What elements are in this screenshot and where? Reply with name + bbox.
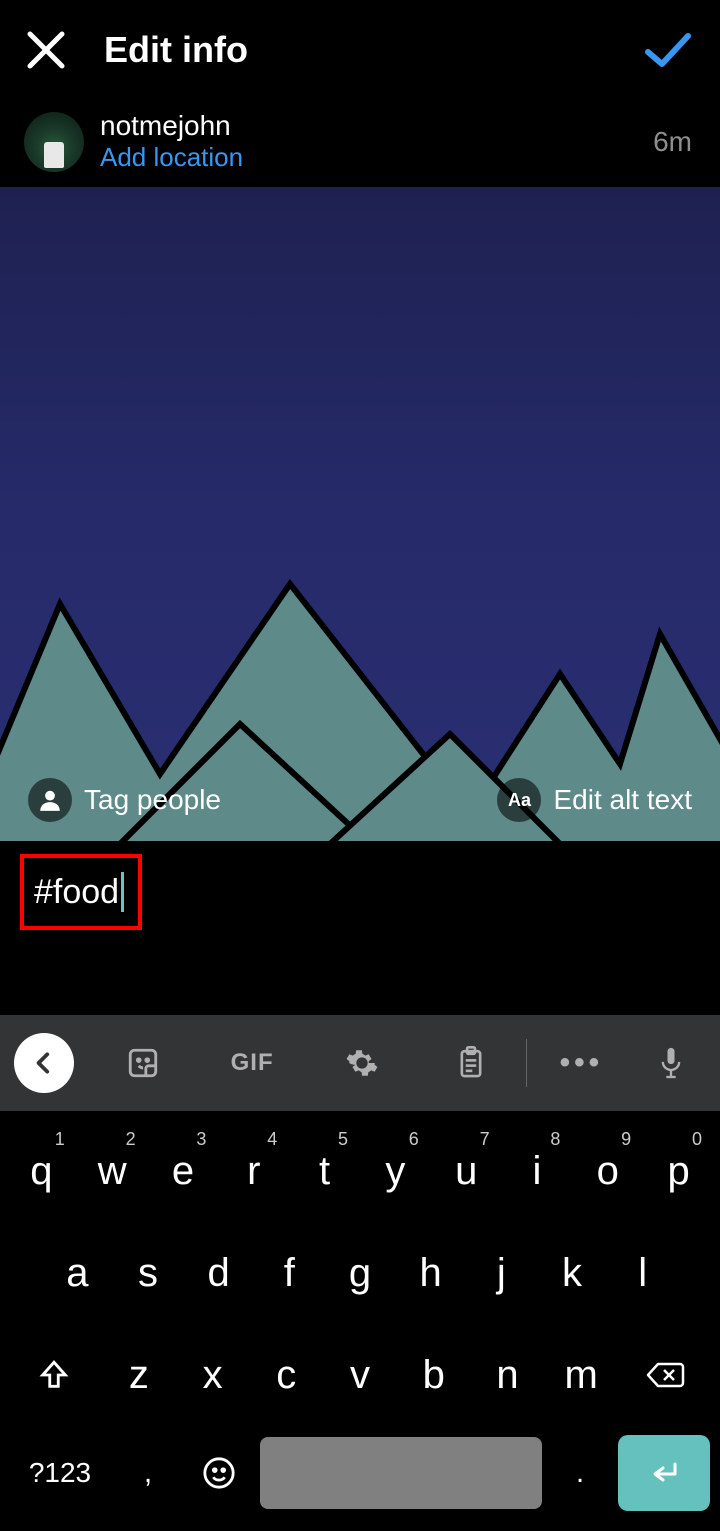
key-r[interactable]: r4	[220, 1123, 287, 1219]
key-h[interactable]: h	[397, 1225, 464, 1321]
key-y[interactable]: y6	[362, 1123, 429, 1219]
keyboard-rows: q1w2e3r4t5y6u7i8o9p0 asdfghjkl zxcvbnm ?…	[0, 1111, 720, 1531]
key-z[interactable]: z	[104, 1327, 174, 1423]
gif-button[interactable]: GIF	[197, 1015, 306, 1111]
shift-key[interactable]	[8, 1327, 100, 1423]
close-icon[interactable]	[24, 28, 68, 72]
key-m[interactable]: m	[546, 1327, 616, 1423]
key-u[interactable]: u7	[433, 1123, 500, 1219]
key-j[interactable]: j	[468, 1225, 535, 1321]
user-text-block: notmejohn Add location	[100, 110, 653, 173]
page-title: Edit info	[104, 29, 640, 71]
key-o[interactable]: o9	[574, 1123, 641, 1219]
key-w[interactable]: w2	[79, 1123, 146, 1219]
keyboard-toolbar: GIF •••	[0, 1015, 720, 1111]
text-cursor	[121, 872, 124, 912]
user-row: notmejohn Add location 6m	[0, 100, 720, 187]
caption-highlight-box: #food	[20, 854, 142, 930]
key-q[interactable]: q1	[8, 1123, 75, 1219]
time-label: 6m	[653, 126, 696, 158]
tag-people-button[interactable]: Tag people	[28, 778, 221, 822]
settings-icon[interactable]	[307, 1015, 416, 1111]
space-key[interactable]	[260, 1437, 542, 1509]
person-icon	[28, 778, 72, 822]
comma-key[interactable]: ,	[118, 1429, 178, 1517]
key-a[interactable]: a	[44, 1225, 111, 1321]
virtual-keyboard: GIF ••• q1w2e3r4t5y6u7i8o9p0 asdfghjkl z…	[0, 1015, 720, 1531]
backspace-key[interactable]	[620, 1327, 712, 1423]
keyboard-row-3: zxcvbnm	[6, 1327, 714, 1423]
sticker-icon[interactable]	[88, 1015, 197, 1111]
key-t[interactable]: t5	[291, 1123, 358, 1219]
avatar[interactable]	[24, 112, 84, 172]
more-icon[interactable]: •••	[527, 1015, 636, 1111]
key-s[interactable]: s	[115, 1225, 182, 1321]
confirm-icon[interactable]	[640, 22, 696, 78]
alt-text-icon: Aa	[497, 778, 541, 822]
key-p[interactable]: p0	[645, 1123, 712, 1219]
add-location-link[interactable]: Add location	[100, 142, 653, 173]
edit-alt-text-button[interactable]: Aa Edit alt text	[497, 778, 692, 822]
keyboard-row-1: q1w2e3r4t5y6u7i8o9p0	[6, 1123, 714, 1219]
keyboard-row-2: asdfghjkl	[6, 1225, 714, 1321]
caption-area[interactable]: #food	[0, 842, 720, 962]
key-x[interactable]: x	[178, 1327, 248, 1423]
key-v[interactable]: v	[325, 1327, 395, 1423]
collapse-toolbar-button[interactable]	[14, 1033, 74, 1093]
key-e[interactable]: e3	[150, 1123, 217, 1219]
key-c[interactable]: c	[251, 1327, 321, 1423]
key-g[interactable]: g	[327, 1225, 394, 1321]
tag-people-label: Tag people	[84, 784, 221, 816]
edit-alt-text-label: Edit alt text	[553, 784, 692, 816]
keyboard-row-4: ?123 , .	[6, 1429, 714, 1517]
period-key[interactable]: .	[550, 1429, 610, 1517]
symbols-key[interactable]: ?123	[10, 1429, 110, 1517]
mic-icon[interactable]	[636, 1015, 706, 1111]
header-bar: Edit info	[0, 0, 720, 100]
key-k[interactable]: k	[539, 1225, 606, 1321]
key-b[interactable]: b	[399, 1327, 469, 1423]
key-f[interactable]: f	[256, 1225, 323, 1321]
caption-input[interactable]: #food	[34, 873, 119, 912]
key-n[interactable]: n	[473, 1327, 543, 1423]
emoji-key[interactable]	[186, 1429, 252, 1517]
key-i[interactable]: i8	[504, 1123, 571, 1219]
post-image[interactable]: Tag people Aa Edit alt text	[0, 187, 720, 842]
username-label: notmejohn	[100, 110, 653, 142]
key-d[interactable]: d	[185, 1225, 252, 1321]
clipboard-icon[interactable]	[416, 1015, 525, 1111]
key-l[interactable]: l	[609, 1225, 676, 1321]
enter-key[interactable]	[618, 1435, 710, 1511]
